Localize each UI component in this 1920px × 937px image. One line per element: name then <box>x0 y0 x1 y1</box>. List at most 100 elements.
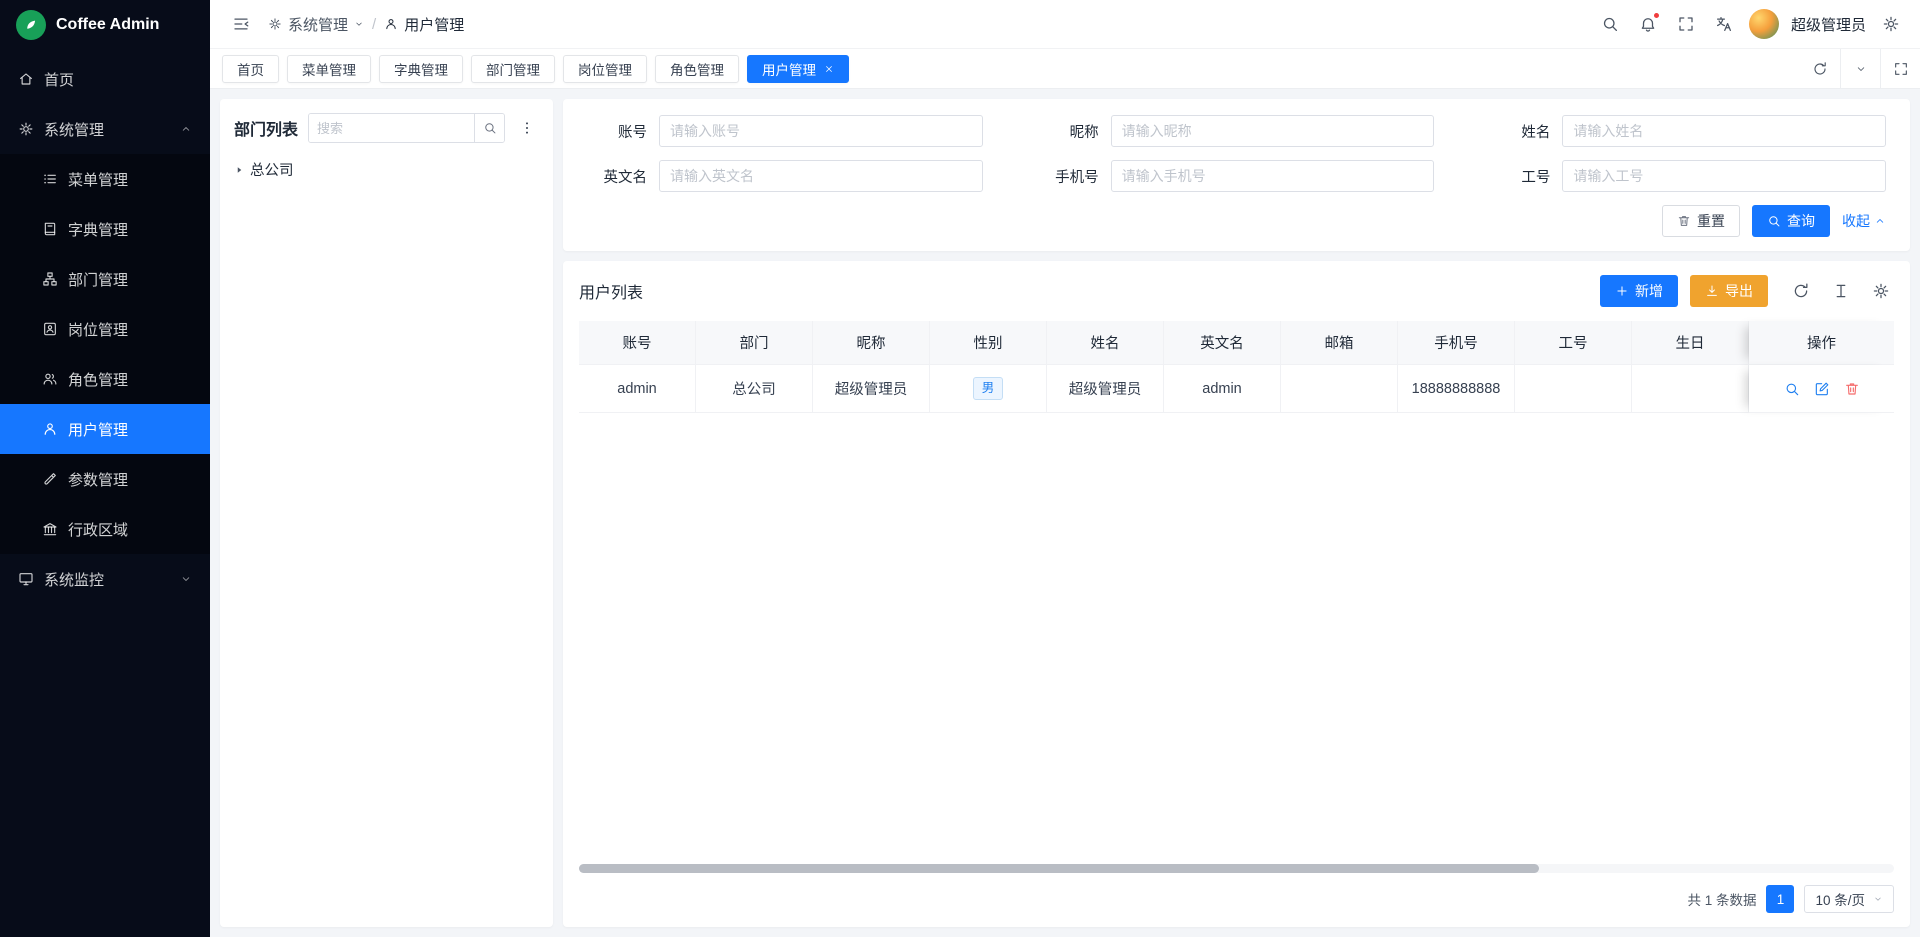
gender-tag: 男 <box>973 377 1004 399</box>
tab-controls <box>1800 49 1920 88</box>
sidebar-submenu-system: 菜单管理 字典管理 部门管理 岗位管理 角色管理 <box>0 154 210 554</box>
table-empty-space <box>579 413 1894 864</box>
user-table: 账号 部门 昵称 性别 姓名 英文名 邮箱 手机号 工号 生日 操作 <box>579 321 1894 413</box>
page-size-select[interactable]: 10 条/页 <box>1804 885 1894 913</box>
delete-row-button[interactable] <box>1842 379 1862 399</box>
phone-input[interactable] <box>1111 160 1435 192</box>
app-logo[interactable]: Coffee Admin <box>0 0 210 50</box>
sidebar-group-label: 系统管理 <box>44 119 104 140</box>
settings-button[interactable] <box>1878 11 1904 37</box>
sidebar-item-param-mgmt[interactable]: 参数管理 <box>0 454 210 504</box>
view-row-button[interactable] <box>1782 379 1802 399</box>
sidebar-item-dept-mgmt[interactable]: 部门管理 <box>0 254 210 304</box>
breadcrumb-item-system[interactable]: 系统管理 <box>268 14 364 35</box>
tab-bar: 首页 菜单管理 字典管理 部门管理 岗位管理 角色管理 用户管理 <box>210 49 1920 89</box>
department-search-button[interactable] <box>474 114 504 142</box>
field-label: 手机号 <box>1039 166 1111 187</box>
table-settings-button[interactable] <box>1868 278 1894 304</box>
page-size-label: 10 条/页 <box>1815 889 1865 909</box>
content-fullscreen-button[interactable] <box>1880 49 1920 88</box>
department-tree-root[interactable]: 总公司 <box>234 157 539 182</box>
department-search-group <box>308 113 505 143</box>
coffee-leaf-icon <box>16 10 46 40</box>
tab-label: 部门管理 <box>486 59 540 79</box>
search-button[interactable]: 查询 <box>1752 205 1830 237</box>
tab-menu-button[interactable] <box>1840 49 1880 88</box>
cell-job-no <box>1515 365 1632 413</box>
sidebar-item-dict-mgmt[interactable]: 字典管理 <box>0 204 210 254</box>
fullscreen-button[interactable] <box>1673 11 1699 37</box>
plus-icon <box>1615 284 1629 298</box>
current-user-name[interactable]: 超级管理员 <box>1791 14 1866 35</box>
tab-label: 菜单管理 <box>302 59 356 79</box>
edit-icon <box>1814 381 1830 397</box>
edit-row-button[interactable] <box>1812 379 1832 399</box>
cell-name: 超级管理员 <box>1047 365 1164 413</box>
row-height-button[interactable] <box>1828 278 1854 304</box>
department-more-button[interactable] <box>515 116 539 140</box>
bank-icon <box>42 521 58 537</box>
sidebar-item-role-mgmt[interactable]: 角色管理 <box>0 354 210 404</box>
column-header: 手机号 <box>1398 321 1515 365</box>
table-header-bar: 用户列表 新增 导出 <box>579 275 1894 307</box>
tab-user-mgmt[interactable]: 用户管理 <box>747 55 849 83</box>
column-header: 工号 <box>1515 321 1632 365</box>
table-header-row: 账号 部门 昵称 性别 姓名 英文名 邮箱 手机号 工号 生日 操作 <box>579 321 1894 365</box>
tab-home[interactable]: 首页 <box>222 55 279 83</box>
scrollbar-thumb[interactable] <box>579 864 1539 873</box>
export-button[interactable]: 导出 <box>1690 275 1768 307</box>
name-input[interactable] <box>1562 115 1886 147</box>
search-icon <box>483 121 497 135</box>
sidebar-group-monitor[interactable]: 系统监控 <box>0 554 210 604</box>
reset-button[interactable]: 重置 <box>1662 205 1740 237</box>
sidebar-item-user-mgmt[interactable]: 用户管理 <box>0 404 210 454</box>
sidebar-collapse-button[interactable] <box>228 11 254 37</box>
column-header: 邮箱 <box>1281 321 1398 365</box>
home-icon <box>18 71 34 87</box>
tab-role-mgmt[interactable]: 角色管理 <box>655 55 739 83</box>
department-search-input[interactable] <box>309 114 474 142</box>
job-no-input[interactable] <box>1562 160 1886 192</box>
sidebar-item-menu-mgmt[interactable]: 菜单管理 <box>0 154 210 204</box>
tab-refresh-button[interactable] <box>1800 49 1840 88</box>
global-search-button[interactable] <box>1597 11 1623 37</box>
trash-icon <box>1844 381 1860 397</box>
org-tree-icon <box>42 271 58 287</box>
tab-menu-mgmt[interactable]: 菜单管理 <box>287 55 371 83</box>
tab-dict-mgmt[interactable]: 字典管理 <box>379 55 463 83</box>
tab-post-mgmt[interactable]: 岗位管理 <box>563 55 647 83</box>
filter-field-name: 姓名 <box>1490 115 1886 147</box>
caret-right-icon[interactable] <box>234 165 244 175</box>
column-header: 性别 <box>930 321 1047 365</box>
collapse-filter-button[interactable]: 收起 <box>1842 211 1886 231</box>
filter-actions: 重置 查询 收起 <box>587 205 1886 237</box>
breadcrumb-label: 系统管理 <box>288 14 348 35</box>
avatar[interactable] <box>1749 9 1779 39</box>
breadcrumb-item-user[interactable]: 用户管理 <box>384 14 464 35</box>
chevron-down-icon <box>354 19 364 29</box>
close-icon[interactable] <box>824 64 834 74</box>
filter-field-english-name: 英文名 <box>587 160 983 192</box>
table-refresh-button[interactable] <box>1788 278 1814 304</box>
sidebar-item-post-mgmt[interactable]: 岗位管理 <box>0 304 210 354</box>
english-name-input[interactable] <box>659 160 983 192</box>
tab-dept-mgmt[interactable]: 部门管理 <box>471 55 555 83</box>
nickname-input[interactable] <box>1111 115 1435 147</box>
sidebar-item-label: 参数管理 <box>68 469 128 490</box>
translate-icon <box>1715 15 1733 33</box>
user-list-panel: 用户列表 新增 导出 <box>563 261 1910 927</box>
add-button[interactable]: 新增 <box>1600 275 1678 307</box>
page-1-button[interactable]: 1 <box>1766 885 1794 913</box>
account-input[interactable] <box>659 115 983 147</box>
cell-dept: 总公司 <box>696 365 813 413</box>
sidebar-item-region-mgmt[interactable]: 行政区域 <box>0 504 210 554</box>
search-icon <box>1601 15 1619 33</box>
sidebar-item-home[interactable]: 首页 <box>0 54 210 104</box>
horizontal-scrollbar <box>579 864 1894 873</box>
language-button[interactable] <box>1711 11 1737 37</box>
table-actions: 新增 导出 <box>1600 275 1894 307</box>
notifications-button[interactable] <box>1635 11 1661 37</box>
sidebar-item-label: 用户管理 <box>68 419 128 440</box>
sidebar-group-system[interactable]: 系统管理 <box>0 104 210 154</box>
chevron-down-icon <box>180 573 192 585</box>
